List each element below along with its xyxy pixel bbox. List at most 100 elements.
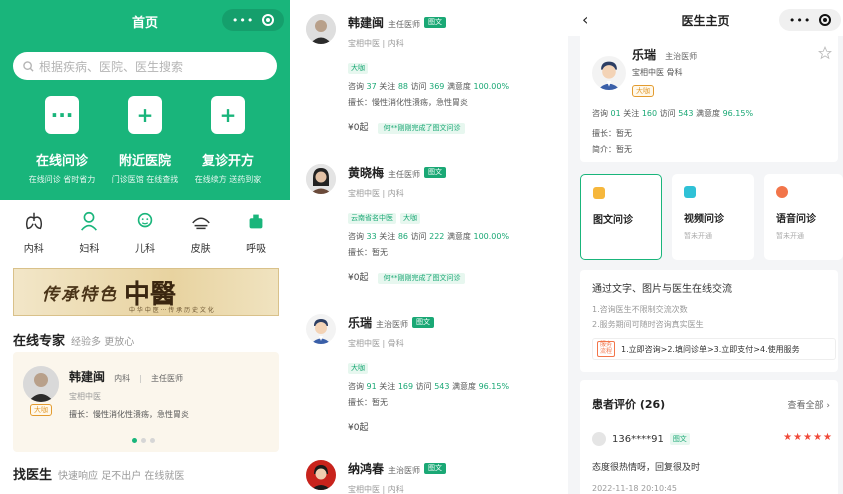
service-description: 通过文字、图片与医生在线交流 xyxy=(592,284,732,295)
stat-label: 访问 xyxy=(659,109,676,118)
stat-value: 91 xyxy=(366,381,377,391)
doctor-stats: 咨询 01 关注 160 访问 543 满意度 96.15% xyxy=(592,108,753,119)
image-text-icon xyxy=(593,187,605,199)
reviewer-name: 136****91 xyxy=(612,433,664,445)
price-unit: 起 xyxy=(359,122,369,133)
stat-value: 88 xyxy=(397,81,409,91)
tab-label: 视频问诊 xyxy=(684,214,724,225)
department-gynecology[interactable]: 妇科 xyxy=(65,210,113,255)
doctor-specialty: 擅长：慢性消化性溃疡，急性胃炎 xyxy=(348,98,468,108)
stat-label: 满意度 xyxy=(446,231,471,241)
department-respiratory[interactable]: 呼吸 xyxy=(232,210,280,255)
doctor-title: 主治医师 xyxy=(388,466,421,475)
view-all-reviews-link[interactable]: 查看全部 › xyxy=(788,398,830,411)
doctor-name: 乐瑞 xyxy=(632,48,657,62)
department-pediatrics[interactable]: 儿科 xyxy=(121,210,169,255)
tab-video-consult[interactable]: 视频问诊 暂未开通 xyxy=(672,174,754,260)
review-rating-stars: ★★★★★ xyxy=(783,432,833,443)
search-placeholder: 根据疾病、医院、医生搜索 xyxy=(39,59,184,74)
doctor-intro: 简介：暂无 xyxy=(592,145,632,154)
avatar xyxy=(23,366,59,402)
stat-value: 543 xyxy=(678,109,694,118)
feature-nearby-hospital[interactable]: + 附近医院 门诊医馆 在线查找 xyxy=(99,96,191,185)
stat-value: 222 xyxy=(429,231,445,241)
stat-label: 关注 xyxy=(623,109,640,118)
reviewer-avatar xyxy=(592,432,606,446)
doctor-list-screen: 韩建闽 主任医师 图文 宝相中医 | 内科 大咖 咨询 37 关注 88 访问 36… xyxy=(296,0,562,494)
carousel-dot[interactable] xyxy=(150,438,155,443)
consult-type-tabs: 图文问诊 视频问诊 暂未开通 语音问诊 暂未开通 xyxy=(580,174,843,264)
star-outline-icon[interactable] xyxy=(818,46,832,60)
department-internal[interactable]: 内科 xyxy=(10,210,58,255)
stat-value: 543 xyxy=(434,381,450,391)
service-rule: 1.咨询医生不限制交流次数 xyxy=(592,305,688,314)
department-label: 儿科 xyxy=(134,244,155,255)
hospital-icon: + xyxy=(128,96,162,134)
avatar xyxy=(592,56,626,90)
find-subheading: 快速响应 足不出户 在线就医 xyxy=(58,471,185,482)
expert-title: 主任医师 xyxy=(151,374,183,383)
tab-image-text-consult[interactable]: 图文问诊 xyxy=(580,174,662,260)
service-tag: 图文 xyxy=(424,462,447,475)
doctor-specialty: 擅长：暂无 xyxy=(592,129,632,138)
doctor-price: ¥0 xyxy=(348,272,360,283)
stat-label: 访问 xyxy=(410,231,427,241)
expert-hospital: 宝相中医 xyxy=(69,392,101,401)
stat-label: 咨询 xyxy=(348,381,364,391)
feature-title: 在线问诊 xyxy=(35,154,88,169)
stat-value: 369 xyxy=(429,81,445,91)
doctor-hospital: 宝相中医 | 骨科 xyxy=(348,338,404,348)
stat-value: 86 xyxy=(397,231,409,241)
service-tag: 图文 xyxy=(424,16,447,29)
stat-value: 01 xyxy=(610,109,621,118)
stat-value: 33 xyxy=(366,231,377,241)
carousel-dot[interactable] xyxy=(141,438,146,443)
tab-voice-consult[interactable]: 语音问诊 暂未开通 xyxy=(764,174,843,260)
doctor-name: 韩建闽 xyxy=(348,16,385,30)
stat-label: 满意度 xyxy=(696,109,721,118)
stat-value: 169 xyxy=(397,381,414,391)
banner-subtext: 中 华 中 医 ··· 传 承 历 史 文 化 xyxy=(129,307,214,314)
expert-card[interactable]: 大咖 韩建闽 内科 | 主任医师 宝相中医 擅长：慢性消化性溃疡，急性胃炎 xyxy=(13,352,279,452)
doctor-label: 大咖 xyxy=(348,63,368,75)
more-icon[interactable]: ••• xyxy=(789,15,811,26)
avatar xyxy=(306,14,336,44)
stat-value: 100.00% xyxy=(473,231,510,241)
recent-consult-notice: 何**刚刚完成了图文问诊 xyxy=(378,272,466,284)
recent-consult-notice: 何**刚刚完成了图文问诊 xyxy=(378,122,466,134)
feature-subtitle: 在线问诊 省时省力 xyxy=(28,175,96,184)
service-rule: 2.服务期间可随时咨询真实医生 xyxy=(592,320,704,329)
feature-revisit-prescription[interactable]: + 复诊开方 在线续方 送药到家 xyxy=(182,96,274,185)
department-dermatology[interactable]: 皮肤 xyxy=(177,210,225,255)
separator: | xyxy=(139,374,142,383)
stat-label: 咨询 xyxy=(592,109,608,118)
tab-label: 图文问诊 xyxy=(593,215,633,226)
review-text: 态度很热情呀，回复很及时 xyxy=(592,463,701,473)
feature-subtitle: 在线续方 送药到家 xyxy=(194,175,262,184)
screenshot-root: 首页 ••• 根据疾病、医院、医生搜索 ··· 在线问诊 在线问诊 省时省力 +… xyxy=(0,0,843,494)
promo-banner[interactable]: 传承特色 中醫 中 华 中 医 ··· 传 承 历 史 文 化 xyxy=(13,268,279,316)
carousel-dot[interactable] xyxy=(132,438,137,443)
more-icon[interactable]: ••• xyxy=(232,15,254,26)
doctor-badge: 大咖 xyxy=(632,85,654,97)
service-tag: 图文 xyxy=(412,316,435,329)
stat-label: 关注 xyxy=(379,81,396,91)
feature-online-consult[interactable]: ··· 在线问诊 在线问诊 省时省力 xyxy=(16,96,108,185)
doctor-stats: 咨询 37 关注 88 访问 369 满意度 100.00% xyxy=(348,82,558,92)
doctor-stats: 咨询 33 关注 86 访问 222 满意度 100.00% xyxy=(348,232,558,242)
video-icon xyxy=(684,186,696,198)
close-circle-icon[interactable] xyxy=(262,14,275,26)
mini-program-capsule: ••• xyxy=(779,9,841,31)
department-label: 内科 xyxy=(23,244,44,255)
search-input[interactable]: 根据疾病、医院、医生搜索 xyxy=(13,52,277,80)
expert-specialty: 擅长：慢性消化性溃疡，急性胃炎 xyxy=(69,410,189,419)
close-circle-icon[interactable] xyxy=(819,14,832,26)
department-label: 呼吸 xyxy=(246,244,267,255)
expert-name: 韩建闽 xyxy=(69,370,106,384)
stat-value: 160 xyxy=(641,109,658,118)
service-description-card: 通过文字、图片与医生在线交流 1.咨询医生不限制交流次数 2.服务期间可随时咨询… xyxy=(580,270,838,372)
doctor-title: 主任医师 xyxy=(388,170,421,179)
department-grid: 内科 妇科 儿科 皮肤 呼吸 xyxy=(0,210,290,255)
avatar xyxy=(306,314,336,344)
stat-label: 咨询 xyxy=(348,231,364,241)
